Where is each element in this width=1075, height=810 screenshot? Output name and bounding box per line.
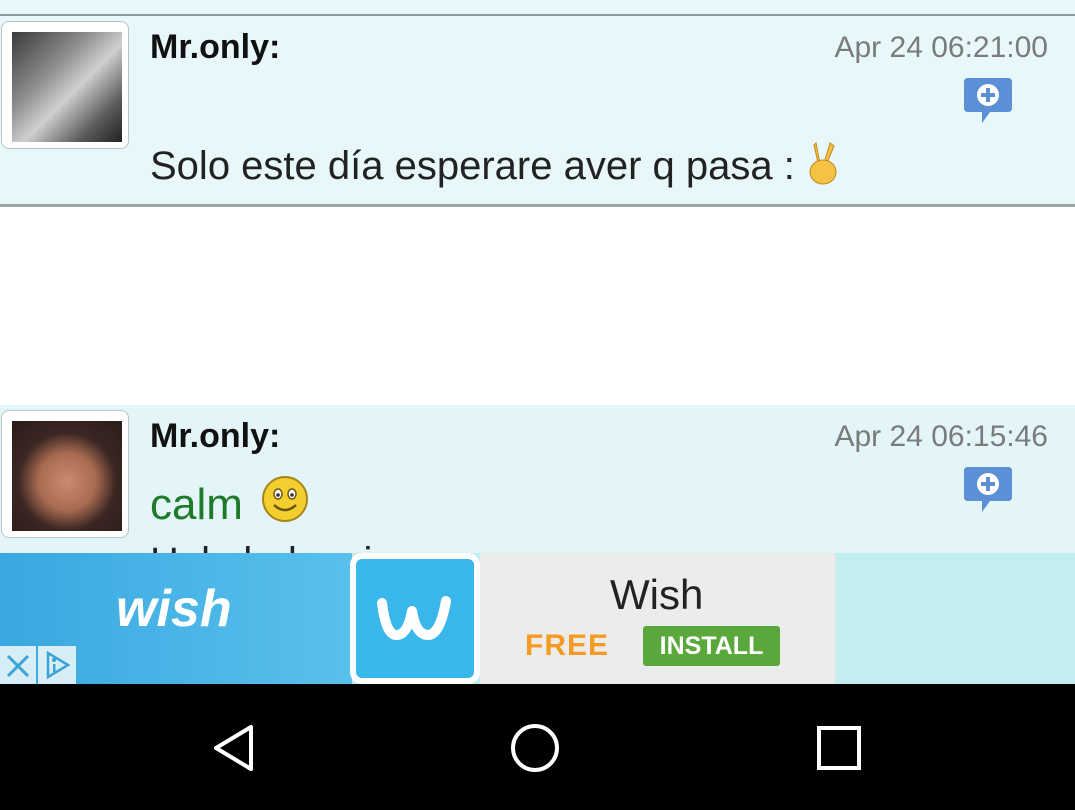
navigation-bar: [0, 684, 1075, 810]
install-button[interactable]: INSTALL: [643, 626, 780, 666]
post-message-partial: Hola buhay i: [150, 540, 372, 553]
ad-title: Wish: [610, 571, 704, 618]
chat-post: Mr.only: Apr 24 06:15:46 calm Hola buhay…: [0, 405, 1075, 553]
recents-square-icon[interactable]: [813, 722, 865, 774]
post-message-text: Solo este día esperare aver q pasa :: [150, 144, 795, 188]
back-triangle-icon[interactable]: [208, 722, 260, 774]
ad-info[interactable]: Wish FREE INSTALL: [480, 553, 835, 684]
ad-price: FREE: [525, 629, 610, 662]
ad-brand-panel[interactable]: wish: [0, 553, 352, 684]
post-timestamp: Apr 24 06:21:00: [834, 31, 1048, 64]
ad-banner[interactable]: wish Wish FREE INSTALL: [0, 553, 1075, 684]
post-message: calm: [150, 475, 309, 530]
home-circle-icon[interactable]: [509, 722, 561, 774]
wish-app-logo[interactable]: [350, 553, 480, 684]
ad-brand-word: wish: [116, 580, 232, 638]
post-message-text: calm: [150, 480, 243, 529]
add-comment-icon[interactable]: [962, 465, 1014, 515]
smiley-emoji: [262, 476, 309, 522]
avatar[interactable]: [1, 410, 129, 538]
post-timestamp: Apr 24 06:15:46: [834, 420, 1048, 453]
avatar-photo: [12, 32, 122, 142]
victory-hand-emoji: [809, 141, 837, 185]
adchoices-icon[interactable]: [38, 646, 76, 684]
avatar[interactable]: [1, 21, 129, 149]
post-author[interactable]: Mr.only:: [150, 28, 280, 67]
post-author[interactable]: Mr.only:: [150, 417, 280, 456]
avatar-photo: [12, 421, 122, 531]
close-icon[interactable]: [0, 646, 36, 684]
add-comment-icon[interactable]: [962, 76, 1014, 126]
wish-logo-icon: [377, 595, 451, 640]
post-message: Solo este día esperare aver q pasa :: [150, 141, 840, 189]
previous-post-bottom: [0, 0, 1075, 16]
chat-post: Mr.only: Apr 24 06:21:00 Solo este día e…: [0, 16, 1075, 207]
